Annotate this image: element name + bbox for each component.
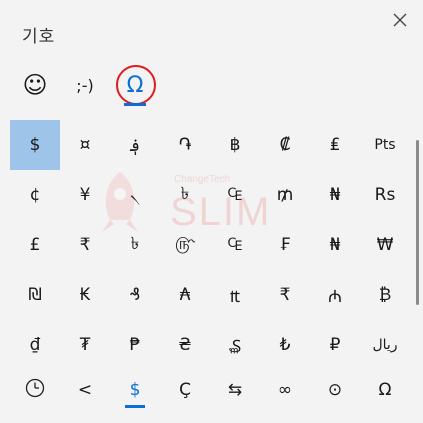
panel-title: 기호 [22,27,56,47]
recent-symbol[interactable]: Ç [160,370,210,410]
recent-symbol[interactable]: ∞ [260,370,310,410]
highlight-ring [116,65,156,105]
symbol-cell[interactable]: ₳ [160,270,210,320]
symbol-cell[interactable]: ₰ [110,270,160,320]
symbol-cell[interactable]: ₿ [360,270,410,320]
category-tabs: ☺ ;-) Ω [10,62,160,108]
symbol-cell[interactable]: ₺ [260,320,310,370]
recent-symbol[interactable]: Ω [360,370,410,410]
symbol-grid-area: $ ¤ ؋ ֏ ฿ ₡ ₤ Pts ¢ ¥ ৲ ৳ ₠ ₥ ₦ Rs £ ₹ ৳ ௹ ₠ ₣ ₦ ₩ ₪ ₭ ₰ ₳ ₶ ₹ ₼ ₿ ₫ ₮ ₱ ₴ ₷… [10,120,410,370]
recent-symbol[interactable]: ⊙ [310,370,360,410]
recent-clock-icon [25,378,45,403]
tab-emoji[interactable]: ☺ [10,62,60,108]
symbol-cell[interactable]: ¢ [10,170,60,220]
symbol-grid: $ ¤ ؋ ֏ ฿ ₡ ₤ Pts ¢ ¥ ৲ ৳ ₠ ₥ ₦ Rs £ ₹ ৳ ௹ ₠ ₣ ₦ ₩ ₪ ₭ ₰ ₳ ₶ ₹ ₼ ₿ ₫ ₮ ₱ ₴ ₷… [10,120,410,370]
symbol-cell[interactable]: ৲ [110,170,160,220]
symbol-cell[interactable]: ¥ [60,170,110,220]
symbol-cell[interactable]: ௹ [160,220,210,270]
symbol-cell[interactable]: ₣ [260,220,310,270]
symbol-cell[interactable]: ₦ [310,220,360,270]
symbol-cell[interactable]: ₥ [260,170,310,220]
close-icon [393,12,407,31]
symbol-cell[interactable]: ₡ [260,120,310,170]
recent-symbol[interactable]: $ [110,370,160,410]
symbol-cell[interactable]: $ [10,120,60,170]
recent-symbol[interactable]: ⇆ [210,370,260,410]
symbol-cell[interactable]: £ [10,220,60,270]
tab-kaomoji[interactable]: ;-) [60,62,110,108]
active-underline [125,405,145,408]
recent-clock-button[interactable] [10,370,60,410]
recent-symbol-label: $ [129,380,141,400]
recent-symbol-label: ∞ [277,380,293,400]
symbol-cell[interactable]: ريال [360,320,410,370]
symbol-cell[interactable]: ৳ [160,170,210,220]
symbol-cell[interactable]: ₹ [260,270,310,320]
symbol-cell[interactable]: ₭ [60,270,110,320]
symbol-cell[interactable]: ₹ [60,220,110,270]
symbol-cell[interactable]: ₮ [60,320,110,370]
kaomoji-icon: ;-) [76,75,94,95]
symbol-picker-panel: 기호 ☺ ;-) Ω $ ¤ ؋ ֏ ฿ ₡ ₤ Pts ¢ ¥ ৲ ৳ ₠ ₥ ₦ Rs £ ₹ ৳ ௹ ₠ ₣ ₦ ₩ ₪ ₭… [0,0,423,423]
tab-underline [124,103,146,106]
symbol-cell[interactable]: ₠ [210,220,260,270]
symbol-cell[interactable]: Rs [360,170,410,220]
recent-symbol-label: ⊙ [327,380,343,400]
symbol-cell[interactable]: ฿ [210,120,260,170]
recent-symbols-bar: < $ Ç ⇆ ∞ ⊙ Ω [10,370,410,414]
recent-symbol-label: Ç [179,380,191,400]
tab-symbols[interactable]: Ω [110,62,160,108]
symbol-cell[interactable]: ₩ [360,220,410,270]
symbol-cell[interactable]: ₫ [10,320,60,370]
symbol-cell[interactable]: ؋ [110,120,160,170]
symbol-cell[interactable]: ֏ [160,120,210,170]
vertical-scrollbar[interactable] [416,140,419,305]
symbol-cell[interactable]: ¤ [60,120,110,170]
symbol-cell[interactable]: ₱ [110,320,160,370]
smiley-icon: ☺ [22,71,48,99]
symbol-cell[interactable]: ₠ [210,170,260,220]
symbol-cell[interactable]: ৳ [110,220,160,270]
recent-symbol-label: Ω [378,380,392,400]
symbol-cell[interactable]: ₼ [310,270,360,320]
close-button[interactable] [387,8,413,34]
symbol-cell[interactable]: ₷ [210,320,260,370]
symbol-cell[interactable]: ₪ [10,270,60,320]
recent-symbol[interactable]: < [60,370,110,410]
recent-symbol-label: < [77,380,93,400]
symbol-cell[interactable]: ₦ [310,170,360,220]
symbol-cell[interactable]: Pts [360,120,410,170]
symbol-cell[interactable]: ₴ [160,320,210,370]
symbol-cell[interactable]: ₽ [310,320,360,370]
symbol-cell[interactable]: ₤ [310,120,360,170]
symbol-cell[interactable]: ₶ [210,270,260,320]
recent-symbol-label: ⇆ [227,380,243,400]
